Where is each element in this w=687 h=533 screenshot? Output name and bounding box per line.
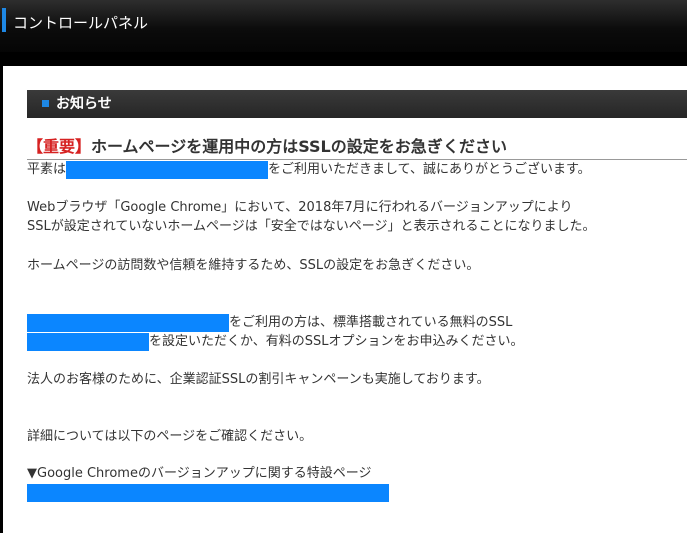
notice-line-9: ▼Google Chromeのバージョンアップに関する特設ページ: [27, 466, 372, 481]
notice-section-header: お知らせ: [27, 90, 687, 118]
app-title: コントロールパネル: [13, 14, 149, 32]
special-page-link[interactable]: [27, 484, 389, 502]
headline-divider: [27, 159, 687, 160]
line5-suffix: をご利用の方は、標準搭載されている無料のSSL: [229, 315, 513, 330]
line1-suffix: をご利用いただきまして、誠にありがとうございます。: [268, 162, 591, 177]
notice-line-1: 平素は をご利用いただきまして、誠にありがとうございます。: [27, 161, 591, 179]
notice-line-4: ホームページの訪問数や信頼を維持するため、SSLの設定をお急ぎください。: [27, 258, 480, 273]
notice-line-2: Webブラウザ「Google Chrome」において、2018年7月に行われるバ…: [27, 200, 573, 215]
notice-headline: 【重要】ホームページを運用中の方はSSLの設定をお急ぎください: [27, 136, 507, 158]
notice-line-3: SSLが設定されていないホームページは「安全ではないページ」と表示されることにな…: [27, 219, 596, 234]
redacted-ssl-name: [27, 333, 149, 351]
redacted-link-url[interactable]: [27, 484, 389, 502]
notice-line-5: をご利用の方は、標準搭載されている無料のSSL: [27, 314, 512, 332]
line1-prefix: 平素は: [27, 162, 67, 177]
notice-line-8: 詳細については以下のページをご確認ください。: [27, 429, 313, 444]
important-tag: 【重要】: [27, 137, 92, 156]
redacted-service-name: [66, 161, 269, 179]
top-bar: コントロールパネル: [0, 0, 687, 52]
line6-suffix: を設定いただくか、有料のSSLオプションをお申込みください。: [149, 334, 524, 349]
square-bullet-icon: [42, 100, 49, 107]
redacted-plan-name: [27, 314, 229, 332]
header-separator: [0, 52, 687, 66]
headline-text: ホームページを運用中の方はSSLの設定をお急ぎください: [91, 137, 508, 156]
main-content: お知らせ 【重要】ホームページを運用中の方はSSLの設定をお急ぎください 平素は…: [3, 66, 687, 533]
notice-line-6: を設定いただくか、有料のSSLオプションをお申込みください。: [27, 333, 524, 351]
notice-section-title: お知らせ: [56, 96, 112, 112]
notice-line-7: 法人のお客様のために、企業認証SSLの割引キャンペーンも実施しております。: [27, 372, 490, 387]
title-accent-bar: [2, 8, 6, 32]
